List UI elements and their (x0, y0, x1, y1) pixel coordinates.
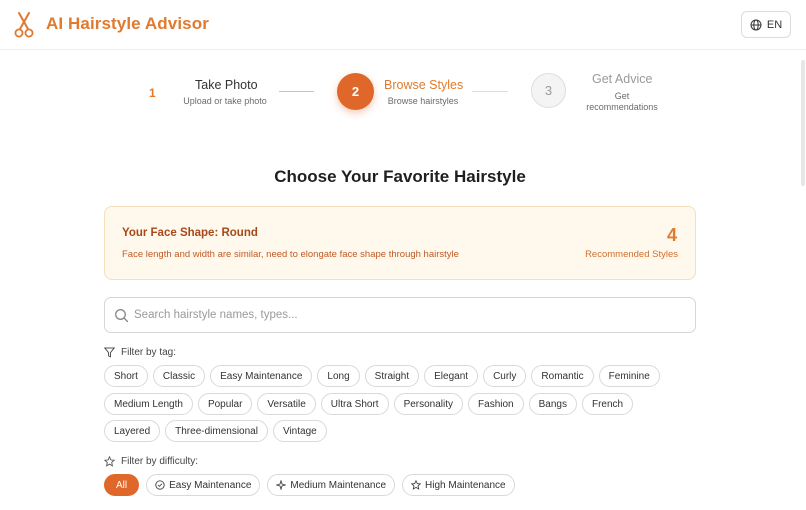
app-header: AI Hairstyle Advisor EN (0, 0, 806, 50)
step-3-circle: 3 (531, 73, 566, 108)
filter-icon (104, 347, 115, 358)
face-shape-card: Your Face Shape: Round Face length and w… (104, 206, 696, 280)
search-box[interactable] (104, 297, 696, 333)
difficulty-chip[interactable]: High Maintenance (402, 474, 515, 496)
difficulty-chip[interactable]: Easy Maintenance (146, 474, 261, 496)
check-circle-icon (155, 480, 165, 490)
tag-chip[interactable]: Straight (364, 365, 420, 387)
globe-icon (750, 19, 762, 30)
tag-chip[interactable]: Romantic (531, 365, 594, 387)
tag-chip[interactable]: Personality (393, 393, 464, 415)
tag-filter-text: Filter by tag: (121, 347, 177, 358)
step-2-circle: 2 (337, 73, 374, 110)
star-icon (104, 456, 115, 467)
step-1-subtitle: Upload or take photo (183, 96, 267, 106)
tag-chip[interactable]: French (581, 393, 634, 415)
tag-chip[interactable]: Curly (483, 365, 527, 387)
sparkle-icon (276, 480, 287, 490)
tag-chip[interactable]: Ultra Short (320, 393, 389, 415)
tag-chip[interactable]: Popular (197, 393, 253, 415)
tag-chip[interactable]: Classic (152, 365, 206, 387)
difficulty-chip[interactable]: Medium Maintenance (267, 474, 396, 496)
tag-chip[interactable]: Short (104, 365, 148, 387)
star-icon (411, 480, 422, 490)
tag-chip[interactable]: Easy Maintenance (210, 365, 313, 387)
recommended-count: 4 (666, 225, 677, 245)
step-connector-1 (279, 91, 314, 92)
tag-chip[interactable]: Layered (104, 420, 161, 442)
tag-chip[interactable]: Vintage (272, 420, 327, 442)
tag-row-3: Layered Three-dimensional Vintage (104, 420, 327, 442)
step-3-title: Get Advice (592, 72, 653, 86)
step-1-number: 1 (149, 86, 156, 100)
app-title: AI Hairstyle Advisor (46, 14, 209, 33)
tag-filter-label: Filter by tag: (104, 347, 176, 358)
face-shape-title: Your Face Shape: Round (122, 227, 258, 239)
tag-chip[interactable]: Elegant (424, 365, 479, 387)
search-input[interactable] (134, 298, 684, 332)
step-1-title: Take Photo (195, 78, 258, 92)
difficulty-options: All Easy Maintenance Medium Maintenance Hig… (104, 474, 515, 496)
difficulty-filter-text: Filter by difficulty: (121, 456, 199, 467)
language-button[interactable]: EN (741, 11, 791, 38)
language-label: EN (766, 18, 783, 31)
step-3-subtitle-line2: recommendations (586, 102, 658, 112)
difficulty-filter-label: Filter by difficulty: (104, 456, 198, 467)
difficulty-chip[interactable]: All (104, 474, 140, 496)
difficulty-chip-label: All (116, 479, 128, 491)
scissors-icon (14, 12, 34, 38)
tag-chip[interactable]: Medium Length (104, 393, 193, 415)
step-2-subtitle: Browse hairstyles (387, 96, 459, 106)
tag-chip[interactable]: Bangs (528, 393, 577, 415)
difficulty-chip-label: High Maintenance (425, 479, 506, 491)
face-shape-description: Face length and width are similar, need … (122, 249, 459, 260)
tag-row-1: Short Classic Easy Maintenance Long Straight… (104, 365, 660, 387)
tag-chip[interactable]: Fashion (468, 393, 524, 415)
recommended-count-label: Recommended Styles (585, 249, 678, 260)
search-icon (115, 309, 129, 323)
step-connector-2 (472, 91, 508, 92)
difficulty-chip-label: Easy Maintenance (169, 479, 252, 491)
page-title: Choose Your Favorite Hairstyle (274, 167, 526, 186)
tag-chip[interactable]: Long (317, 365, 360, 387)
tag-chip[interactable]: Feminine (598, 365, 660, 387)
step-3-subtitle-line1: Get (614, 91, 630, 101)
step-2-title: Browse Styles (384, 78, 464, 92)
tag-chip[interactable]: Three-dimensional (165, 420, 268, 442)
scrollbar[interactable] (801, 60, 805, 186)
tag-chip[interactable]: Versatile (257, 393, 316, 415)
tag-row-2: Medium Length Popular Versatile Ultra Short… (104, 393, 634, 415)
difficulty-chip-label: Medium Maintenance (290, 479, 387, 491)
